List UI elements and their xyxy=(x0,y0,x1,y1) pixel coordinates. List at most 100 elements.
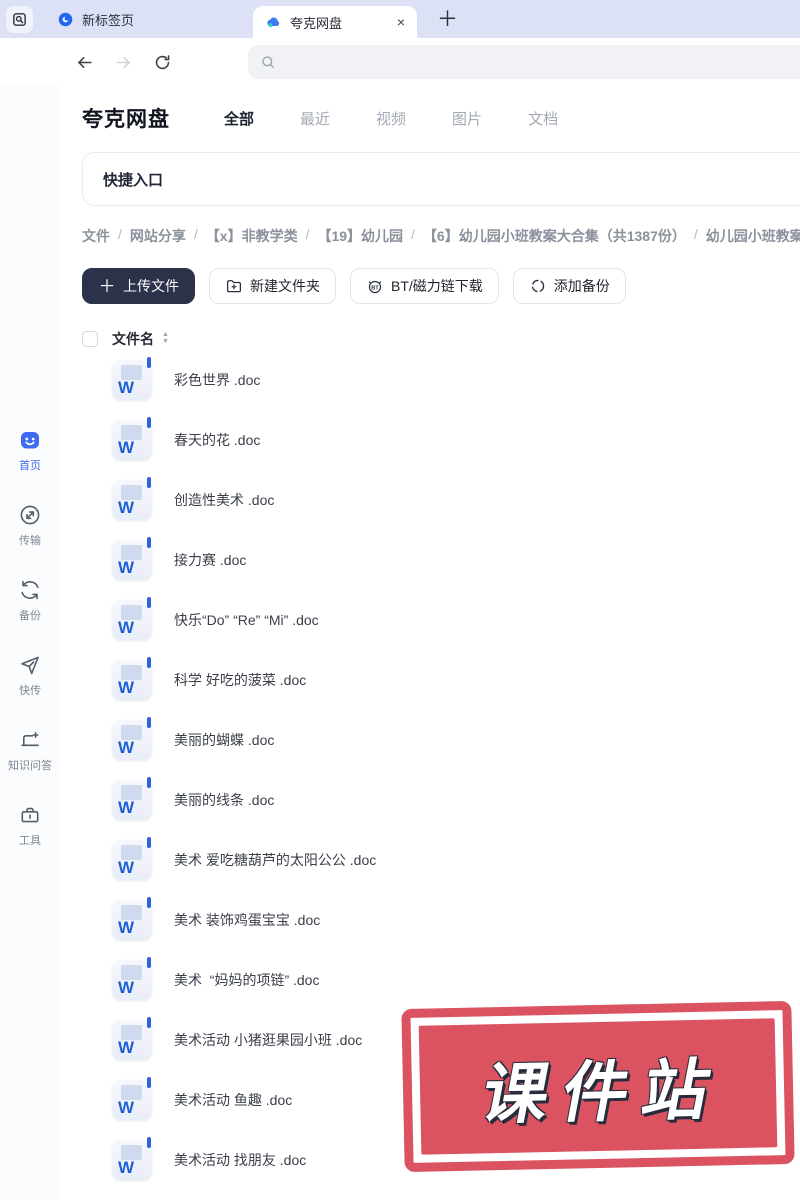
word-doc-icon: W xyxy=(112,717,152,760)
plus-icon: ＋ xyxy=(98,276,116,296)
reload-button[interactable] xyxy=(153,53,172,72)
breadcrumb-separator: / xyxy=(118,226,122,242)
sidebar-item-label: 备份 xyxy=(19,610,41,622)
word-doc-icon: W xyxy=(112,657,152,700)
file-row[interactable]: W 美术 装饰鸡蛋宝宝 .doc xyxy=(112,897,800,940)
breadcrumb: 文件 / 网站分享 / 【x】非教学类 / 【19】幼儿园 / 【6】幼儿园小班教案大合集（共1… xyxy=(82,226,800,246)
quick-send-icon xyxy=(18,653,42,677)
file-row[interactable]: W 彩色世界 .doc xyxy=(112,357,800,400)
forward-button[interactable] xyxy=(114,53,133,72)
select-all-checkbox[interactable] xyxy=(82,331,98,347)
file-name: 快乐“Do” “Re” “Mi” .doc xyxy=(174,612,319,628)
watermark-stamp-fill: 课件站 xyxy=(418,1018,778,1155)
word-doc-icon: W xyxy=(112,897,152,940)
word-doc-icon: W xyxy=(112,777,152,820)
button-label: BT/磁力链下载 xyxy=(391,278,483,294)
svg-text:BT: BT xyxy=(371,285,379,291)
file-name: 彩色世界 .doc xyxy=(174,372,261,388)
file-name: 美术 “妈妈的项链” .doc xyxy=(174,972,320,988)
sort-icon[interactable]: ▲ ▼ xyxy=(162,332,169,345)
sidebar-item-tools[interactable]: 工具 xyxy=(18,803,42,848)
sidebar-item-label: 工具 xyxy=(19,835,41,847)
quick-entry-card[interactable]: 快捷入口 xyxy=(82,152,800,206)
browser-tab-bar: 新标签页 夸克网盘 × ＋ xyxy=(0,0,800,38)
newtab-favicon xyxy=(57,11,74,28)
file-name: 春天的花 .doc xyxy=(174,432,261,448)
watermark-text: 课件站 xyxy=(475,1051,731,1132)
word-doc-icon: W xyxy=(112,477,152,520)
new-tab-button[interactable]: ＋ xyxy=(437,9,458,30)
breadcrumb-item[interactable]: 文件 xyxy=(82,226,110,246)
sidebar-item-home[interactable]: 首页 xyxy=(18,428,42,473)
file-row[interactable]: W 美术 “妈妈的项链” .doc xyxy=(112,957,800,1000)
sidebar-item-label: 首页 xyxy=(19,460,41,472)
file-row[interactable]: W 春天的花 .doc xyxy=(112,417,800,460)
search-icon xyxy=(260,54,276,70)
tab-all[interactable]: 全部 xyxy=(224,108,254,129)
new-folder-button[interactable]: 新建文件夹 xyxy=(209,268,336,304)
tab-label: 新标签页 xyxy=(82,12,135,28)
upload-button[interactable]: ＋ 上传文件 xyxy=(82,268,195,304)
breadcrumb-item[interactable]: 幼儿园小班教案大合集 xyxy=(706,226,800,246)
breadcrumb-separator: / xyxy=(693,226,698,242)
tab-doc[interactable]: 文档 xyxy=(528,108,558,129)
tab-close-icon[interactable]: × xyxy=(397,14,405,30)
sidebar-item-label: 快传 xyxy=(19,685,41,697)
transfer-icon xyxy=(18,503,42,527)
file-name: 美术活动 小猪逛果园小班 .doc xyxy=(174,1032,363,1048)
sidebar-item-quick-send[interactable]: 快传 xyxy=(18,653,42,698)
back-button[interactable] xyxy=(75,53,94,72)
sidebar-item-backup[interactable]: 备份 xyxy=(18,578,42,623)
tools-icon xyxy=(18,803,42,827)
browser-tab-newtab[interactable]: 新标签页 xyxy=(45,0,209,38)
sidebar: 首页 传输 备份 快传 知识问答 工具 xyxy=(0,86,60,1200)
sidebar-item-label: 知识问答 xyxy=(8,760,52,772)
tab-search-button[interactable] xyxy=(6,5,33,33)
file-list-header: 文件名 ▲ ▼ xyxy=(82,328,800,350)
button-label: 新建文件夹 xyxy=(250,278,320,294)
file-row[interactable]: W 美丽的线条 .doc xyxy=(112,777,800,820)
button-label: 添加备份 xyxy=(553,278,610,294)
file-name: 美术 爱吃糖葫芦的太阳公公 .doc xyxy=(174,852,377,868)
sidebar-item-label: 传输 xyxy=(19,535,41,547)
file-row[interactable]: W 美术 爱吃糖葫芦的太阳公公 .doc xyxy=(112,837,800,880)
add-backup-button[interactable]: 添加备份 xyxy=(512,268,626,304)
address-search-bar[interactable] xyxy=(248,45,800,79)
file-name: 美术 装饰鸡蛋宝宝 .doc xyxy=(174,912,321,928)
word-doc-icon: W xyxy=(112,837,152,880)
file-row[interactable]: W 科学 好吃的菠菜 .doc xyxy=(112,657,800,700)
watermark-stamp: 课件站 xyxy=(401,1000,795,1173)
home-icon xyxy=(18,428,42,452)
quick-entry-title: 快捷入口 xyxy=(103,171,164,189)
filter-tabs: 全部 最近 视频 图片 文档 xyxy=(224,108,558,129)
browser-tab-quark[interactable]: 夸克网盘 × xyxy=(253,6,417,38)
file-name: 接力赛 .doc xyxy=(174,552,247,568)
tab-recent[interactable]: 最近 xyxy=(300,108,330,129)
tab-image[interactable]: 图片 xyxy=(452,108,482,129)
file-row[interactable]: W 接力赛 .doc xyxy=(112,537,800,580)
file-row[interactable]: W 快乐“Do” “Re” “Mi” .doc xyxy=(112,597,800,640)
file-name: 美术活动 鱼趣 .doc xyxy=(174,1092,293,1108)
sidebar-item-knowledge-qa[interactable]: 知识问答 xyxy=(8,728,52,773)
breadcrumb-item[interactable]: 【19】幼儿园 xyxy=(317,226,403,246)
tab-label: 夸克网盘 xyxy=(290,15,343,31)
file-row[interactable]: W 美丽的蝴蝶 .doc xyxy=(112,717,800,760)
breadcrumb-item[interactable]: 【x】非教学类 xyxy=(206,226,298,246)
quark-logo-icon xyxy=(265,14,282,31)
bt-download-button[interactable]: BT BT/磁力链下载 xyxy=(350,268,499,304)
breadcrumb-item[interactable]: 网站分享 xyxy=(130,226,186,246)
breadcrumb-item[interactable]: 【6】幼儿园小班教案大合集（共1387份） xyxy=(423,226,686,246)
knowledge-icon xyxy=(18,728,42,752)
tab-video[interactable]: 视频 xyxy=(376,108,406,129)
breadcrumb-separator: / xyxy=(305,226,310,242)
file-name: 创造性美术 .doc xyxy=(174,492,275,508)
file-row[interactable]: W 创造性美术 .doc xyxy=(112,477,800,520)
page-header: 夸克网盘 全部 最近 视频 图片 文档 xyxy=(82,100,800,136)
browser-toolbar xyxy=(0,38,800,86)
filename-column-header: 文件名 xyxy=(112,331,154,347)
button-label: 上传文件 xyxy=(123,278,179,294)
word-doc-icon: W xyxy=(112,417,152,460)
file-name: 美丽的蝴蝶 .doc xyxy=(174,732,275,748)
word-doc-icon: W xyxy=(112,1077,152,1120)
sidebar-item-transfer[interactable]: 传输 xyxy=(18,503,42,548)
